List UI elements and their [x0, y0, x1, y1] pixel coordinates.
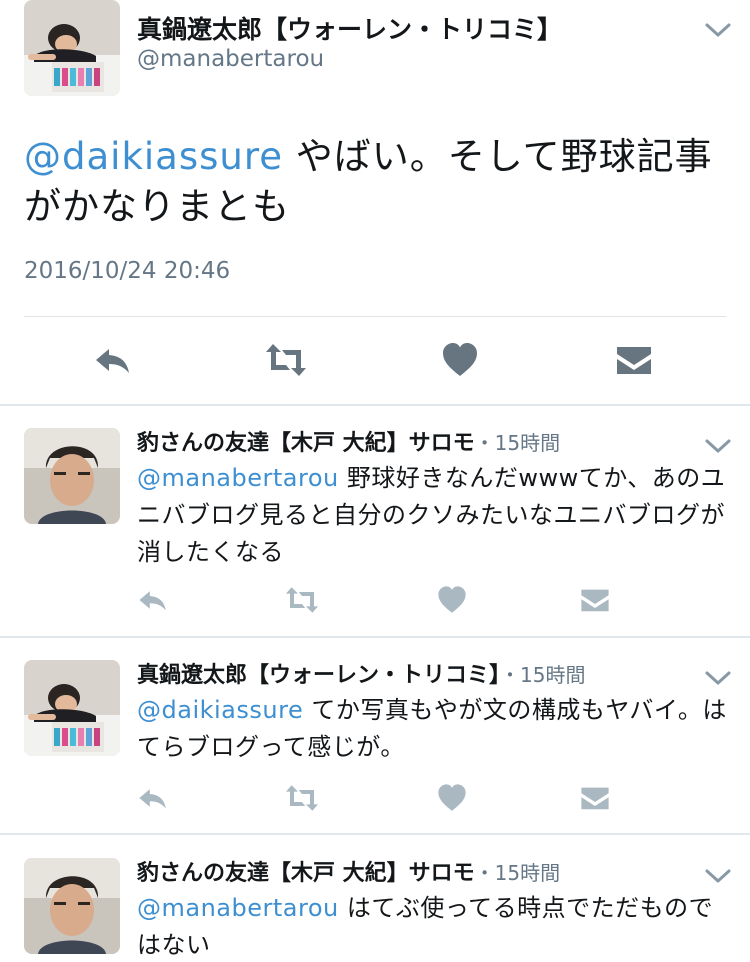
reply-tweet: 真鍋遼太郎【ウォーレン・トリコミ】・15時間 @daikiassure てか写真…: [0, 660, 750, 835]
relative-time[interactable]: 15時間: [520, 663, 585, 687]
reply-header: 豹さんの友達【木戸 大紀】サロモ・15時間: [137, 428, 560, 459]
user-handle[interactable]: @manabertarou: [137, 46, 324, 72]
chevron-down-icon[interactable]: [703, 866, 733, 886]
envelope-icon[interactable]: [579, 782, 611, 814]
tweet-text: @daikiassure やばい。そして野球記事がかなりまとも: [24, 132, 724, 232]
avatar[interactable]: [24, 858, 120, 954]
reply-icon[interactable]: [137, 584, 169, 616]
chevron-down-icon[interactable]: [703, 20, 733, 40]
reply-tweet: 豹さんの友達【木戸 大紀】サロモ・15時間 @manabertarou 野球好き…: [0, 428, 750, 638]
divider: [0, 833, 750, 835]
heart-icon[interactable]: [436, 782, 468, 814]
relative-time[interactable]: 15時間: [495, 431, 560, 455]
heart-icon[interactable]: [436, 584, 468, 616]
relative-time[interactable]: 15時間: [495, 861, 560, 885]
display-name[interactable]: 豹さんの友達【木戸 大紀】サロモ: [137, 861, 475, 886]
reply-header: 豹さんの友達【木戸 大紀】サロモ・15時間: [137, 858, 560, 889]
display-name[interactable]: 真鍋遼太郎【ウォーレン・トリコミ】: [137, 10, 562, 46]
reply-tweet: 豹さんの友達【木戸 大紀】サロモ・15時間 @manabertarou はてぶ使…: [0, 858, 750, 962]
main-tweet: 真鍋遼太郎【ウォーレン・トリコミ】 @manabertarou @daikias…: [0, 0, 750, 405]
tweet-text: @manabertarou 野球好きなんだwwwてか、あのユニバブログ見ると自分…: [137, 460, 727, 571]
separator-dot: ・: [474, 861, 495, 885]
avatar[interactable]: [24, 660, 120, 756]
mention-link[interactable]: @daikiassure: [137, 696, 303, 724]
tweet-text: @manabertarou はてぶ使ってる時点でただものではない: [137, 890, 727, 962]
avatar[interactable]: [24, 428, 120, 524]
separator-dot: ・: [500, 663, 521, 687]
mention-link[interactable]: @manabertarou: [137, 894, 339, 922]
retweet-icon[interactable]: [284, 782, 320, 814]
mention-link[interactable]: @daikiassure: [24, 135, 283, 178]
heart-icon[interactable]: [440, 340, 480, 380]
retweet-icon[interactable]: [284, 584, 320, 616]
display-name[interactable]: 豹さんの友達【木戸 大紀】サロモ: [137, 431, 475, 456]
display-name[interactable]: 真鍋遼太郎【ウォーレン・トリコミ】: [137, 663, 500, 688]
avatar[interactable]: [24, 0, 120, 96]
divider: [0, 636, 750, 638]
reply-icon[interactable]: [137, 782, 169, 814]
chevron-down-icon[interactable]: [703, 436, 733, 456]
envelope-icon[interactable]: [614, 340, 654, 380]
tweet-text: @daikiassure てか写真もやが文の構成もヤバイ。はてらブログって感じが…: [137, 692, 727, 766]
retweet-icon[interactable]: [264, 340, 308, 380]
reply-header: 真鍋遼太郎【ウォーレン・トリコミ】・15時間: [137, 660, 585, 691]
chevron-down-icon[interactable]: [703, 668, 733, 688]
envelope-icon[interactable]: [579, 584, 611, 616]
separator-dot: ・: [474, 431, 495, 455]
reply-icon[interactable]: [93, 340, 133, 380]
tweet-timestamp[interactable]: 2016/10/24 20:46: [24, 258, 230, 284]
divider: [24, 316, 726, 317]
divider: [0, 404, 750, 406]
mention-link[interactable]: @manabertarou: [137, 464, 339, 492]
